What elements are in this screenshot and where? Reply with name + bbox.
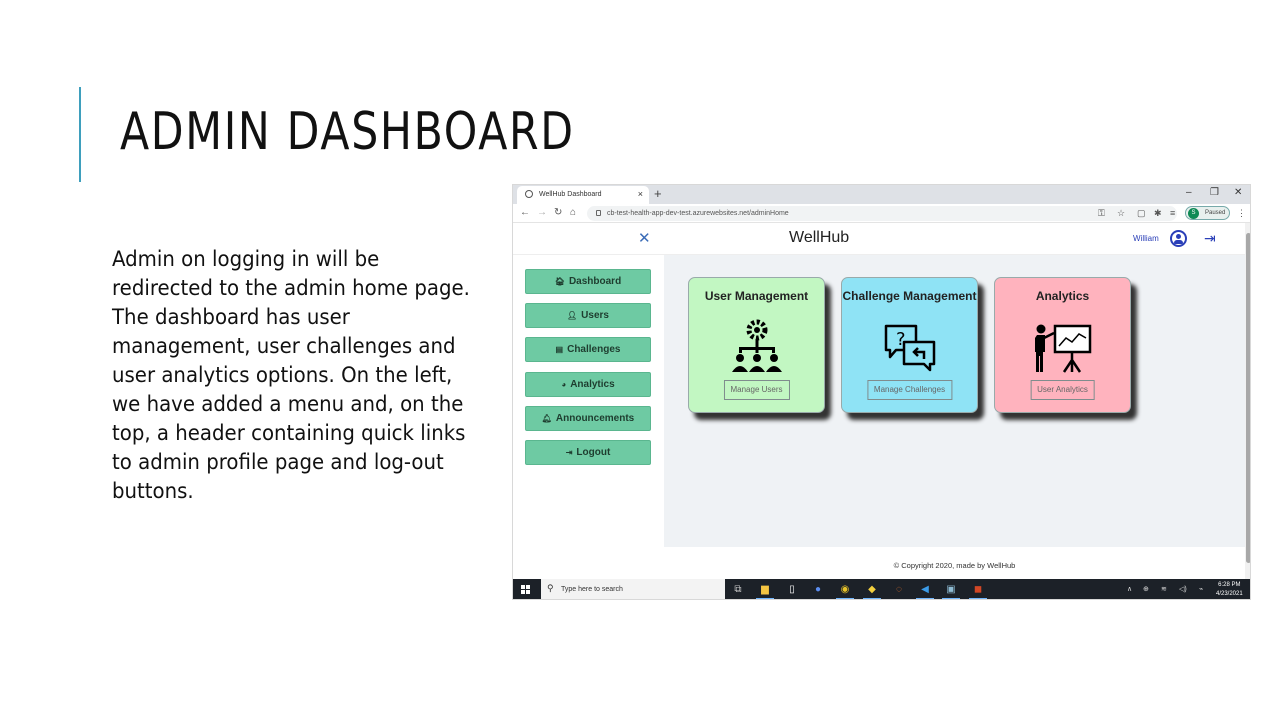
taskbar-search-field[interactable]: ⚲ Type here to search	[541, 579, 725, 599]
chrome-dev-icon[interactable]: ●	[812, 583, 824, 596]
card-title: Challenge Management	[842, 289, 977, 303]
reload-icon[interactable]: ↻	[554, 207, 562, 218]
kebab-menu-icon[interactable]: ⋮	[1237, 208, 1246, 219]
tray-chevron-icon[interactable]: ∧	[1127, 585, 1132, 593]
app-screenshot: WellHub Dashboard × + – ❐ ✕ ← → ↻ ⌂ cb-t…	[512, 184, 1251, 600]
file-icon: ▤	[555, 345, 564, 354]
browser-tab[interactable]: WellHub Dashboard ×	[517, 186, 649, 204]
address-bar-row: ← → ↻ ⌂ cb-test-health-app-dev-test.azur…	[513, 204, 1250, 223]
scrollbar-thumb[interactable]	[1246, 233, 1250, 563]
user-analytics-button[interactable]: User Analytics	[1030, 380, 1095, 400]
sidebar-item-announcements[interactable]: 🔔︎ Announcements	[525, 406, 651, 431]
slide-title: ADMIN DASHBOARD	[120, 102, 575, 162]
logout-icon[interactable]: ⇥	[1204, 230, 1216, 247]
card-challenge-management: Challenge Management ? Manage Challenges	[841, 277, 978, 413]
chrome-icon[interactable]: ◉	[836, 583, 854, 599]
sidebar-item-label: Logout	[576, 447, 611, 458]
sidebar-item-label: Analytics	[570, 379, 615, 390]
windows-start-icon[interactable]	[521, 585, 530, 594]
new-tab-button[interactable]: +	[654, 186, 662, 201]
brand-title: WellHub	[789, 229, 850, 246]
profile-avatar: S	[1188, 208, 1199, 219]
sidebar-item-label: Dashboard	[568, 276, 622, 287]
vscode-icon[interactable]: ◀	[916, 583, 934, 599]
page-scrollbar[interactable]	[1245, 223, 1250, 579]
globe-icon	[525, 190, 533, 198]
git-icon[interactable]: ◆	[863, 583, 881, 599]
org-chart-gear-icon	[731, 319, 782, 372]
dashboard-main: User Management Manage Users Challenge M…	[664, 255, 1245, 547]
clock-date: 4/23/2021	[1216, 591, 1243, 597]
battery-icon[interactable]: ⌁	[1199, 585, 1203, 593]
file-explorer-icon[interactable]: ▆	[756, 583, 774, 599]
profile-icon[interactable]	[1170, 230, 1187, 247]
close-menu-icon[interactable]: ✕	[638, 229, 651, 247]
browser-tab-bar: WellHub Dashboard × + – ❐ ✕	[513, 185, 1250, 204]
minimize-button[interactable]: –	[1186, 187, 1192, 198]
footer-copyright: © Copyright 2020, made by WellHub	[664, 547, 1245, 579]
sidebar-menu: 🏠︎ Dashboard 👤︎ Users ▤ Challenges ◕ Analyti…	[513, 255, 664, 547]
url-text: cb-test-health-app-dev-test.azurewebsite…	[607, 210, 789, 217]
speech-bubbles-icon: ?	[884, 324, 935, 372]
clock-time: 6:28 PM	[1218, 582, 1241, 588]
sidebar-item-label: Announcements	[555, 413, 635, 424]
app-header: ✕ WellHub William ⇥	[513, 223, 1245, 255]
key-icon[interactable]: ⚿	[1098, 208, 1105, 219]
tray-app-icon[interactable]: ⊕	[1143, 585, 1149, 593]
slide-body-text: Admin on logging in will be redirected t…	[112, 247, 470, 503]
wifi-icon[interactable]: ≋	[1161, 585, 1167, 593]
sidebar-item-logout[interactable]: ⇥ Logout	[525, 440, 651, 465]
restore-button[interactable]: ❐	[1210, 187, 1219, 198]
sidebar-item-challenges[interactable]: ▤ Challenges	[525, 337, 651, 362]
card-analytics: Analytics User Analytics	[994, 277, 1131, 413]
sidebar-item-label: Users	[581, 310, 609, 321]
volume-icon[interactable]: ◁)	[1179, 585, 1187, 593]
back-icon[interactable]: ←	[520, 207, 530, 218]
pie-chart-icon: ◕	[561, 380, 567, 389]
task-view-icon[interactable]: ⧉	[732, 583, 744, 596]
manage-users-button[interactable]: Manage Users	[723, 380, 790, 400]
reading-list-icon[interactable]: ≡	[1170, 208, 1175, 218]
windows-taskbar: ⚲ Type here to search ⧉ ▆ ▯ ● ◉ ◆ ◌ ◀ ▣ …	[513, 579, 1250, 599]
profile-status: Paused	[1205, 210, 1226, 216]
card-title: User Management	[704, 289, 809, 303]
puzzle-icon[interactable]: ✱	[1154, 208, 1162, 219]
home-icon: 🏠︎	[554, 277, 565, 286]
sidebar-item-analytics[interactable]: ◕ Analytics	[525, 372, 651, 397]
window-close-button[interactable]: ✕	[1234, 187, 1242, 198]
powerpoint-icon[interactable]: ◼	[969, 583, 987, 599]
notebook-icon[interactable]: ▣	[942, 583, 960, 599]
forward-icon[interactable]: →	[537, 207, 547, 218]
profile-button[interactable]: S Paused	[1185, 206, 1230, 220]
url-field[interactable]: cb-test-health-app-dev-test.azurewebsite…	[587, 206, 1177, 221]
lock-icon	[596, 210, 601, 216]
home-icon[interactable]: ⌂	[570, 207, 576, 218]
card-title: Analytics	[1035, 289, 1090, 303]
user-icon: 👤︎	[567, 311, 578, 320]
manage-challenges-button[interactable]: Manage Challenges	[866, 380, 953, 400]
sidebar-item-users[interactable]: 👤︎ Users	[525, 303, 651, 328]
search-icon: ⚲	[547, 583, 554, 593]
sidebar-item-dashboard[interactable]: 🏠︎ Dashboard	[525, 269, 651, 294]
card-user-management: User Management Manage Users	[688, 277, 825, 413]
notepad-icon[interactable]: ▯	[786, 583, 798, 596]
tab-title: WellHub Dashboard	[539, 191, 602, 198]
taskbar-search-placeholder: Type here to search	[561, 586, 623, 593]
sign-out-icon: ⇥	[565, 448, 573, 457]
header-username-link[interactable]: William	[1133, 234, 1159, 243]
title-accent-bar	[79, 87, 81, 182]
extension-box-icon[interactable]: ▢	[1137, 208, 1146, 219]
tab-close-icon[interactable]: ×	[638, 189, 643, 199]
jupyter-icon[interactable]: ◌	[893, 583, 905, 596]
bell-icon: 🔔︎	[541, 414, 552, 423]
presentation-icon	[1034, 324, 1091, 373]
star-icon[interactable]: ☆	[1117, 208, 1125, 219]
sidebar-item-label: Challenges	[567, 344, 621, 355]
taskbar-clock[interactable]: 6:28 PM 4/23/2021	[1216, 581, 1243, 599]
